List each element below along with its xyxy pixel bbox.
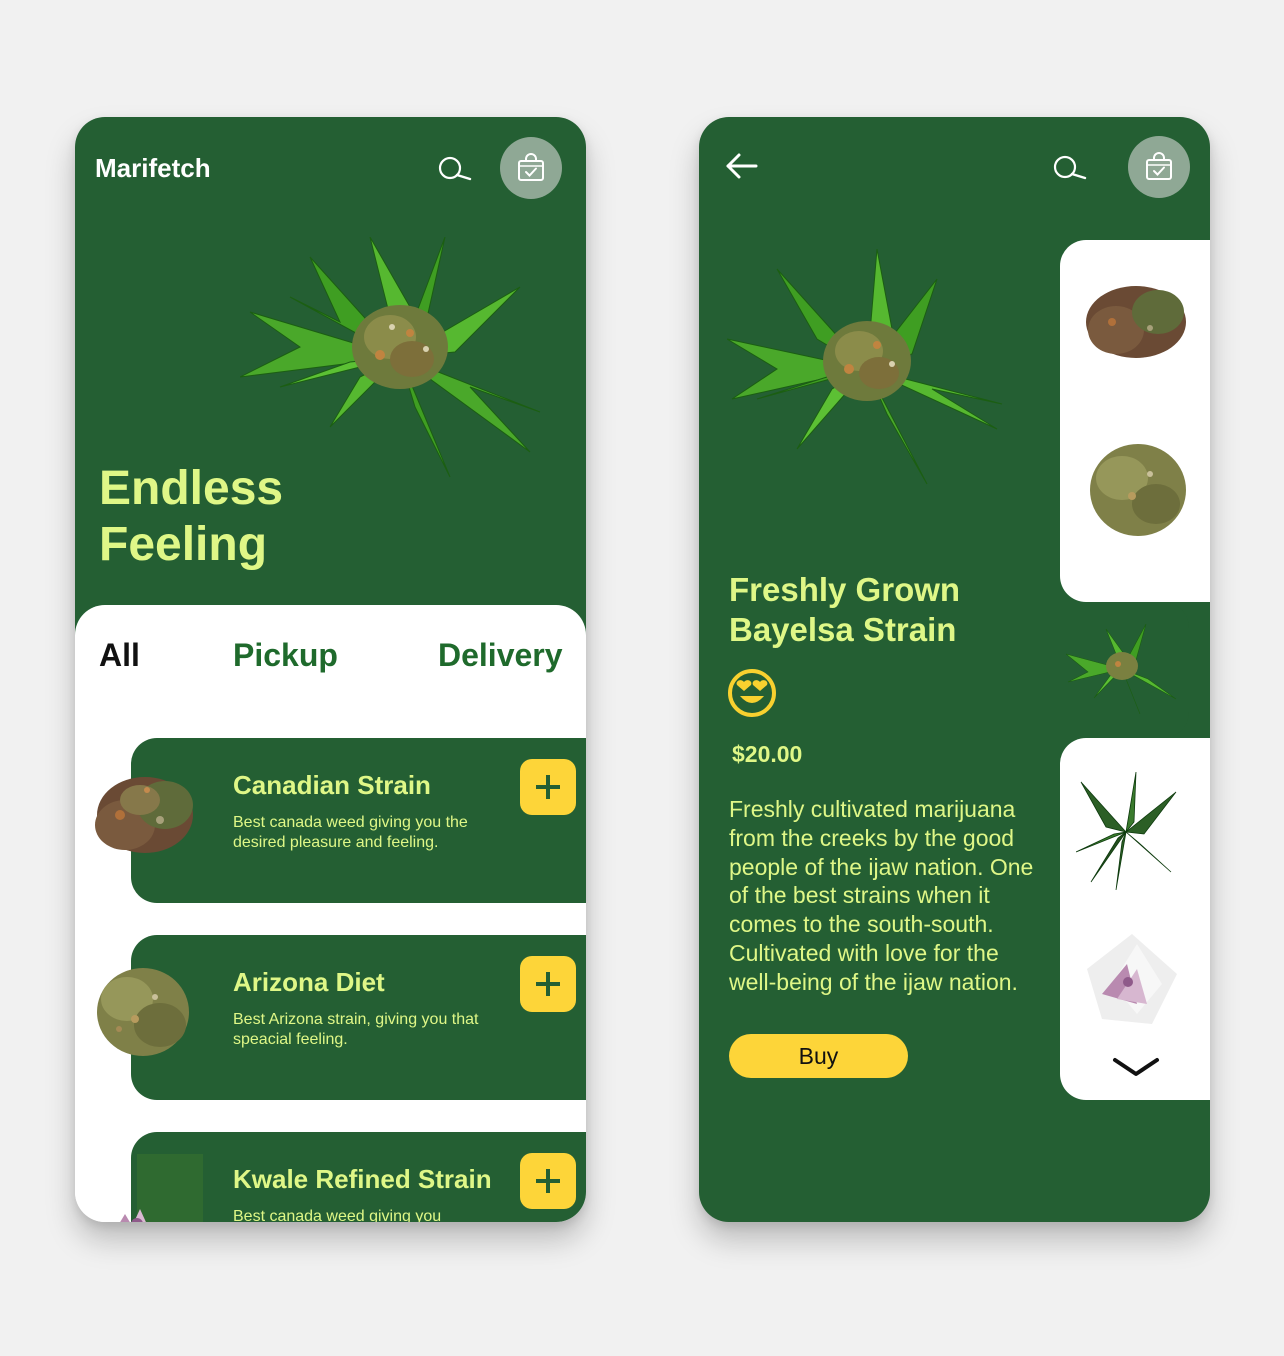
shopping-bag-check-icon (518, 153, 544, 181)
home-screen: Marifetch Endless Feeling All Pickup Del… (75, 117, 586, 1222)
cannabis-plant-image (240, 237, 541, 478)
add-to-cart-button[interactable] (520, 956, 576, 1012)
product-name: Canadian Strain (233, 770, 431, 800)
hero-title-line-1: Endless (99, 462, 284, 515)
plus-icon (536, 1169, 560, 1193)
cart-button[interactable] (500, 137, 562, 199)
product-image-arizona-diet (97, 968, 189, 1056)
product-detail-screen: Freshly Grown Bayelsa Strain $20.00 Fres… (699, 117, 1210, 1222)
product-description: Best canada weed giving you (233, 1208, 442, 1222)
thumbnail-selected-bayelsa-strain[interactable] (1060, 602, 1189, 738)
tab-delivery[interactable]: Delivery (438, 637, 563, 674)
thumbnail-kwale-refined-strain[interactable] (1082, 924, 1184, 1028)
product-price: $20.00 (732, 741, 803, 767)
cannabis-plant-image (727, 249, 1003, 485)
buy-button[interactable]: Buy (729, 1034, 908, 1078)
back-arrow-icon[interactable] (725, 151, 759, 181)
thumbnail-canadian-strain[interactable] (1080, 272, 1192, 368)
thumbnail-arizona-diet[interactable] (1082, 436, 1194, 544)
chevron-down-icon[interactable] (1111, 1052, 1161, 1082)
hero-section: Marifetch Endless Feeling (75, 117, 586, 637)
product-sheet: All Pickup Delivery Canadian Strain Best… (75, 605, 586, 1222)
hero-title: Endless Feeling (99, 461, 283, 573)
product-card[interactable]: Canadian Strain Best canada weed giving … (95, 738, 586, 903)
shopping-bag-check-icon (1146, 152, 1172, 180)
product-card[interactable]: Arizona Diet Best Arizona strain, giving… (97, 935, 586, 1100)
tab-all[interactable]: All (99, 637, 140, 674)
product-description: Best canada weed giving you the desired … (233, 814, 468, 851)
add-to-cart-button[interactable] (520, 759, 576, 815)
tab-pickup[interactable]: Pickup (233, 637, 338, 674)
plus-icon (536, 972, 560, 996)
heart-eyes-emoji-icon (728, 669, 776, 717)
product-title-line-1: Freshly Grown (729, 571, 961, 608)
thumbnail-bayelsa-strain-image (1066, 624, 1177, 714)
product-title-line-2: Bayelsa Strain (729, 611, 957, 648)
plus-icon (536, 775, 560, 799)
cart-button[interactable] (1128, 136, 1190, 198)
thumbnail-panel-bottom (1060, 738, 1210, 1100)
thumbnail-leaf[interactable] (1076, 772, 1178, 890)
product-image-kwale-refined-strain (120, 1154, 203, 1222)
thumbnail-panel-top (1060, 240, 1210, 602)
search-icon[interactable] (1052, 154, 1088, 184)
hero-title-line-2: Feeling (99, 518, 268, 571)
app-brand: Marifetch (95, 153, 211, 183)
product-name: Kwale Refined Strain (233, 1164, 492, 1194)
product-title: Freshly Grown Bayelsa Strain (729, 570, 960, 650)
product-name: Arizona Diet (233, 967, 385, 997)
product-description: Best Arizona strain, giving you that spe… (233, 1011, 479, 1048)
product-card[interactable]: Kwale Refined Strain Best canada weed gi… (120, 1132, 586, 1222)
product-image-canadian-strain (95, 777, 193, 853)
search-icon[interactable] (437, 155, 473, 185)
add-to-cart-button[interactable] (520, 1153, 576, 1209)
product-description: Freshly cultivated marijuana from the cr… (729, 796, 1034, 995)
